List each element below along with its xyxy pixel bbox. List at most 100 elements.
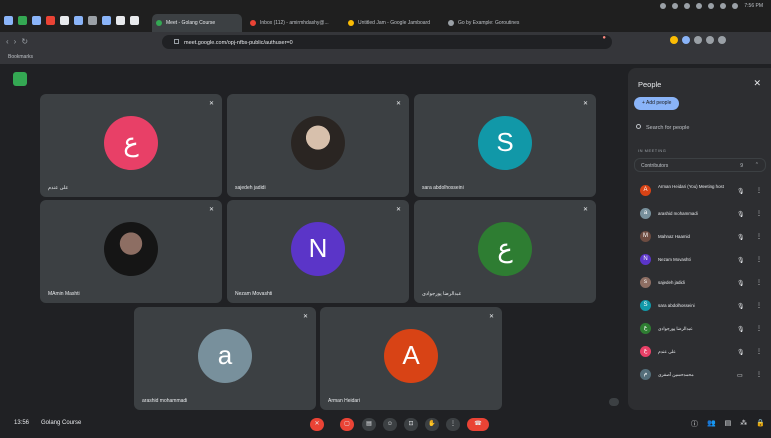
participant-tile[interactable]: ✕ ع عبدالرضا پورجوادی [414, 200, 596, 303]
url-field[interactable]: meet.google.com/opj-nfbs-public/authuser… [162, 35, 612, 49]
reactions-icon[interactable]: ☺ [383, 418, 397, 431]
tab-label: Untitled Jam - Google Jamboard [358, 20, 430, 26]
list-item[interactable]: A Arman Heidari (You) Meeting host 🎙 ⋮ [634, 180, 766, 203]
more-options-icon[interactable]: ⋮ [756, 233, 762, 240]
avatar: s [640, 277, 651, 288]
extension-icon[interactable] [706, 36, 714, 44]
meeting-info-icon[interactable] [13, 72, 27, 86]
extension-icon[interactable] [682, 36, 690, 44]
tray-icon[interactable] [708, 3, 715, 9]
more-options-icon[interactable]: ⋮ [756, 348, 762, 355]
mic-off-icon[interactable]: 🎙 [737, 234, 745, 241]
tray-icon[interactable] [684, 3, 691, 9]
list-item[interactable]: ع عبدالرضا پورجوادی 🎙 ⋮ [634, 318, 766, 341]
tray-clock: 7:56 PM [744, 3, 763, 9]
participant-tile[interactable]: ✕ a arashid mohammadi [134, 307, 316, 410]
add-people-button[interactable]: + Add people [634, 97, 680, 110]
pinned-tab-icon[interactable] [60, 16, 69, 25]
tray-icon[interactable] [720, 3, 727, 9]
captions-icon[interactable]: ▤ [362, 418, 376, 431]
pinned-tab-icon[interactable] [18, 16, 27, 25]
pinned-tab-icon[interactable] [74, 16, 83, 25]
participant-tile[interactable]: ✕ N Nezam Movashti [227, 200, 409, 303]
tray-icon[interactable] [696, 3, 703, 9]
pinned-tab-icon[interactable] [32, 16, 41, 25]
tab-inbox[interactable]: Inbox (112) - amirmhdashy@... [246, 14, 340, 32]
tray-icon[interactable] [660, 3, 667, 9]
mic-toggle-icon[interactable]: ✕ [310, 418, 324, 431]
mic-off-icon[interactable]: 🎙 [737, 326, 745, 333]
close-icon[interactable]: ✕ [753, 78, 761, 89]
leave-call-button[interactable]: ☎ [467, 418, 489, 431]
list-item[interactable]: M Mahnaz Haamid 🎙 ⋮ [634, 226, 766, 249]
record-icon[interactable]: ● [602, 35, 606, 41]
participant-name: Nezam Movashti [658, 257, 691, 262]
go-favicon-icon [448, 20, 454, 26]
tab-label: Go by Example: Goroutines [458, 20, 520, 26]
back-icon[interactable]: ‹ [6, 37, 14, 46]
participant-name: sajedeh jadidi [658, 280, 685, 285]
activities-icon[interactable]: ⁂ [740, 419, 747, 429]
chevron-up-icon[interactable]: ⌃ [755, 162, 759, 168]
list-item[interactable]: م محمدحسین آصفری ▭ ⋮ [634, 364, 766, 387]
bookmarks-folder[interactable]: Bookmarks [8, 54, 33, 60]
avatar: ع [640, 346, 651, 357]
more-options-icon[interactable]: ⋮ [756, 325, 762, 332]
participant-tile[interactable]: ✕ A Arman Heidari [320, 307, 502, 410]
chat-icon[interactable]: ▤ [725, 419, 732, 429]
reload-icon[interactable]: ↻ [21, 37, 33, 46]
tab-go-by-example[interactable]: Go by Example: Goroutines [444, 14, 536, 32]
extension-icon[interactable] [718, 36, 726, 44]
tab-jamboard[interactable]: Untitled Jam - Google Jamboard [344, 14, 440, 32]
tray-icon[interactable] [672, 3, 679, 9]
info-icon[interactable]: ⓘ [691, 419, 698, 429]
more-options-icon[interactable]: ⋮ [446, 418, 460, 431]
pinned-tab-icon[interactable] [102, 16, 111, 25]
list-item[interactable]: S sara abdolhosseini 🎙 ⋮ [634, 295, 766, 318]
mic-off-icon[interactable]: 🎙 [737, 257, 745, 264]
more-options-icon[interactable]: ⋮ [756, 256, 762, 263]
captions-icon[interactable]: ▭ [737, 372, 743, 379]
pinned-tab-icon[interactable] [88, 16, 97, 25]
pinned-tab-icon[interactable] [4, 16, 13, 25]
mic-off-icon: ✕ [395, 101, 401, 107]
more-options-icon[interactable]: ⋮ [756, 210, 762, 217]
list-item[interactable]: ع علی عندم 🎙 ⋮ [634, 341, 766, 364]
host-controls-icon[interactable]: 🔒 [756, 419, 765, 429]
more-options-icon[interactable]: ⋮ [756, 371, 762, 378]
mic-off-icon[interactable]: 🎙 [737, 188, 745, 195]
meeting-time: 13:56 [14, 420, 30, 426]
more-options-icon[interactable]: ⋮ [756, 279, 762, 286]
pinned-tab-icon[interactable] [46, 16, 55, 25]
raise-hand-icon[interactable]: ✋ [425, 418, 439, 431]
extension-icon[interactable] [694, 36, 702, 44]
avatar: S [640, 300, 651, 311]
participant-tile[interactable]: ✕ ع علی عندم [40, 94, 222, 197]
avatar: ع [478, 221, 532, 276]
present-screen-icon[interactable]: ⊡ [404, 418, 418, 431]
tray-icon[interactable] [732, 3, 739, 9]
pinned-tab-icon[interactable] [130, 16, 139, 25]
scroll-button[interactable] [609, 398, 619, 406]
list-item[interactable]: s sajedeh jadidi 🎙 ⋮ [634, 272, 766, 295]
camera-toggle-icon[interactable]: ▢ [340, 418, 354, 431]
contributors-group[interactable]: Contributors 9 ⌃ [634, 158, 766, 172]
add-people-label: Add people [646, 100, 672, 106]
mic-off-icon[interactable]: 🎙 [737, 349, 745, 356]
search-input[interactable]: Search for people [636, 122, 762, 135]
list-item[interactable]: N Nezam Movashti 🎙 ⋮ [634, 249, 766, 272]
pinned-tab-icon[interactable] [116, 16, 125, 25]
mic-off-icon[interactable]: 🎙 [737, 211, 745, 218]
tab-meet[interactable]: Meet - Golang Course [152, 14, 242, 32]
mic-off-icon[interactable]: 🎙 [737, 280, 745, 287]
participant-tile[interactable]: ✕ sajedeh jadidi [227, 94, 409, 197]
participant-tile[interactable]: ✕ S sara abdolhosseini [414, 94, 596, 197]
more-options-icon[interactable]: ⋮ [756, 302, 762, 309]
list-item[interactable]: a arashid mohammadi 🎙 ⋮ [634, 203, 766, 226]
extension-icon[interactable] [670, 36, 678, 44]
avatar: ع [104, 115, 158, 170]
participant-tile[interactable]: ✕ MAmin Mashti [40, 200, 222, 303]
people-icon[interactable]: 👥 [707, 419, 716, 429]
more-options-icon[interactable]: ⋮ [756, 187, 762, 194]
mic-off-icon[interactable]: 🎙 [737, 303, 745, 310]
